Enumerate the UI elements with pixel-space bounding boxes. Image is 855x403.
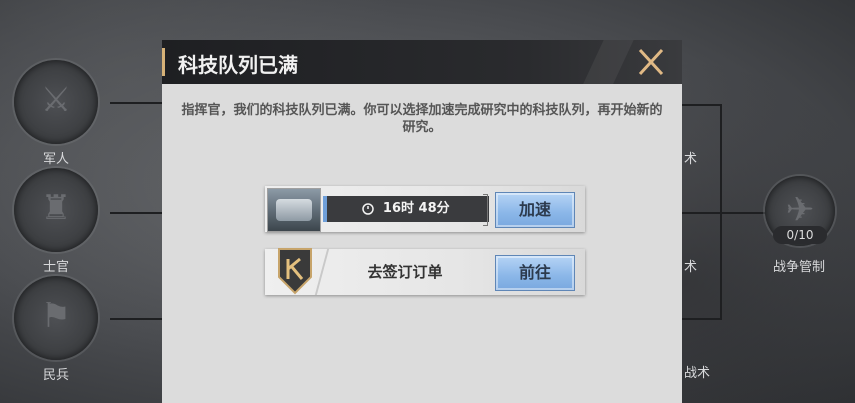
research-thumbnail-image — [276, 199, 312, 221]
officer-emblem-icon: ♜ — [40, 188, 72, 228]
partial-node-label: 战术 — [684, 366, 711, 381]
k-badge-icon — [278, 248, 312, 295]
tech-node-war-control[interactable]: ✈ — [750, 170, 850, 270]
tree-line — [682, 104, 722, 106]
tech-node-officer[interactable]: ♜ 士官 — [6, 168, 106, 275]
bracket-decoration — [483, 194, 488, 226]
partial-node-label: 术 — [684, 152, 698, 167]
tree-line — [110, 318, 162, 320]
contract-label: 去签订订单 — [367, 263, 443, 281]
tree-line — [682, 318, 722, 320]
header-accent — [162, 48, 165, 76]
war-control-counter: 0/10 — [773, 226, 827, 244]
tech-node-militia[interactable]: ⚑ 民兵 — [6, 276, 106, 383]
clock-icon — [362, 202, 375, 215]
header-decoration — [575, 40, 639, 84]
research-timer-text: 16时 48分 — [382, 201, 450, 216]
node-label: 民兵 — [42, 368, 69, 383]
partial-node-label: 术 — [684, 260, 698, 275]
research-progress-bar: 16时 48分 — [323, 196, 489, 222]
tree-line — [110, 212, 162, 214]
go-button[interactable]: 前往 — [495, 255, 575, 291]
militia-emblem-icon: ⚑ — [40, 296, 72, 336]
war-control-label: 战争管制 — [773, 260, 826, 275]
node-label: 军人 — [42, 152, 69, 167]
tree-line — [110, 102, 162, 104]
dialog-title: 科技队列已满 — [178, 53, 298, 77]
queue-full-dialog: 科技队列已满 指挥官，我们的科技队列已满。你可以选择加速完成研究中的科技队列，再… — [162, 40, 682, 403]
node-label: 士官 — [42, 260, 69, 275]
dialog-header: 科技队列已满 — [162, 40, 682, 84]
research-timer: 16时 48分 — [323, 196, 489, 222]
close-button[interactable] — [634, 46, 668, 78]
research-queue-row: 16时 48分 加速 — [265, 186, 585, 232]
dialog-message: 指挥官，我们的科技队列已满。你可以选择加速完成研究中的科技队列，再开始新的研究。 — [181, 103, 663, 135]
tech-node-soldier[interactable]: ⚔ 军人 — [6, 60, 106, 167]
tree-line — [720, 104, 722, 320]
soldier-emblem-icon: ⚔ — [40, 80, 72, 120]
speed-up-button[interactable]: 加速 — [495, 192, 575, 228]
contract-row: 去签订订单 前往 — [265, 248, 585, 295]
research-thumbnail — [267, 188, 321, 232]
close-icon — [638, 48, 664, 76]
